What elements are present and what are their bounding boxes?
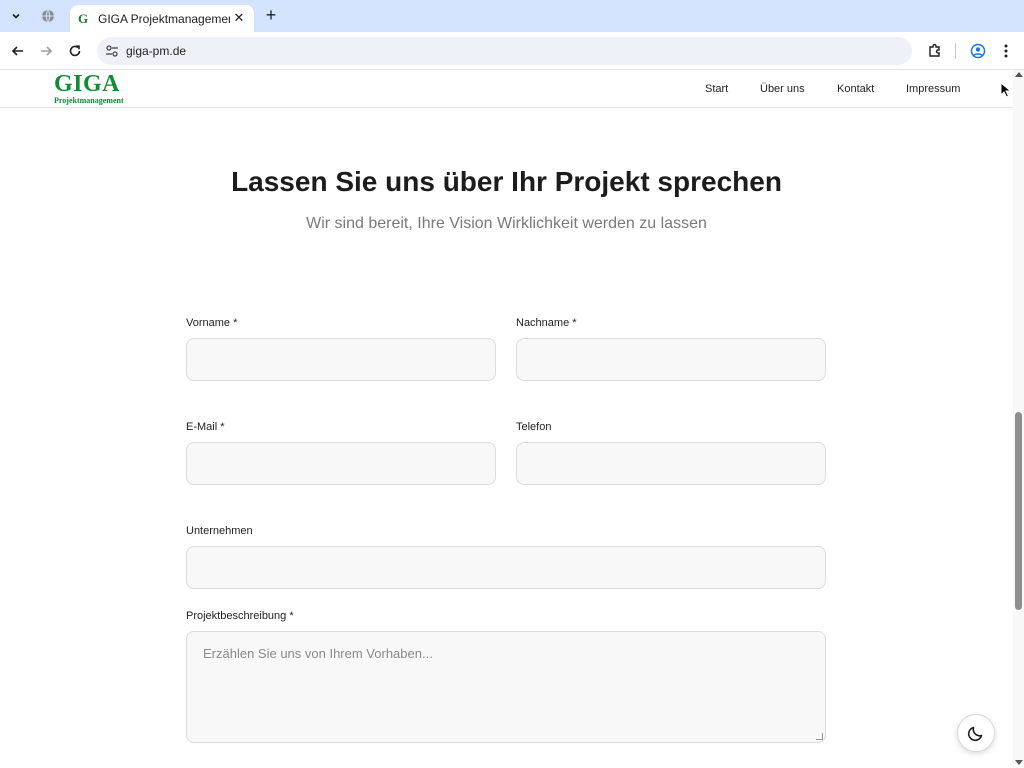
mouse-pointer-icon [1000,81,1012,98]
back-arrow-icon[interactable] [8,41,28,61]
page-title: Lassen Sie uns über Ihr Projekt sprechen [231,166,782,197]
site-favicon-icon: G [78,10,89,26]
extensions-puzzle-icon[interactable] [925,41,945,61]
firstname-input[interactable] [186,338,496,381]
logo-tagline: Projektmanagement [54,96,124,105]
globe-icon[interactable] [40,8,56,24]
page-viewport: GIGA Projektmanagement Start Über uns Ko… [0,70,1013,768]
toolbar-divider [955,43,956,59]
description-placeholder: Erzählen Sie uns von Ihrem Vorhaben... [203,646,433,661]
site-header: GIGA Projektmanagement Start Über uns Ko… [0,70,1013,108]
phone-label: Telefon [516,421,552,433]
browser-toolbar: giga-pm.de [0,32,1024,70]
lastname-label: Nachname * [516,317,577,329]
address-bar[interactable]: giga-pm.de [97,37,912,65]
resize-grip-icon[interactable] [816,733,823,740]
url-text: giga-pm.de [126,44,187,58]
browser-menu-kebab-icon[interactable] [996,41,1016,61]
company-input[interactable] [186,546,826,589]
phone-input[interactable] [516,442,826,485]
scrollbar-thumb[interactable] [1015,412,1022,610]
nav-link-about[interactable]: Über uns [760,83,805,95]
reload-icon[interactable] [65,41,85,61]
email-input[interactable] [186,442,496,485]
nav-link-contact[interactable]: Kontakt [837,83,874,95]
tab-close-icon[interactable]: ✕ [232,11,246,25]
scroll-up-arrow-icon[interactable] [1015,72,1023,77]
profile-avatar-icon[interactable] [968,41,988,61]
description-label: Projektbeschreibung * [186,610,294,622]
browser-tabstrip: G GIGA Projektmanagement - ✕ + [0,0,1024,32]
new-tab-plus-icon[interactable]: + [262,6,280,25]
theme-toggle-moon-icon[interactable] [957,714,995,752]
company-label: Unternehmen [186,525,253,537]
page-scrollbar[interactable] [1013,70,1024,768]
forward-arrow-icon[interactable] [36,41,56,61]
browser-tab-active[interactable]: G GIGA Projektmanagement - ✕ [70,5,254,32]
description-textarea[interactable]: Erzählen Sie uns von Ihrem Vorhaben... [186,631,826,743]
email-label: E-Mail * [186,421,225,433]
page-subtitle: Wir sind bereit, Ihre Vision Wirklichkei… [306,215,707,232]
firstname-label: Vorname * [186,317,238,329]
scroll-down-arrow-icon[interactable] [1015,760,1023,765]
site-settings-icon[interactable] [105,44,119,58]
nav-link-start[interactable]: Start [705,83,728,95]
logo-wordmark: GIGA [54,71,121,97]
nav-link-imprint[interactable]: Impressum [906,83,960,95]
site-logo[interactable]: GIGA Projektmanagement [54,72,124,105]
lastname-input[interactable] [516,338,826,381]
tab-title: GIGA Projektmanagement - [98,11,230,26]
tab-list-chevron-icon[interactable] [5,5,27,27]
